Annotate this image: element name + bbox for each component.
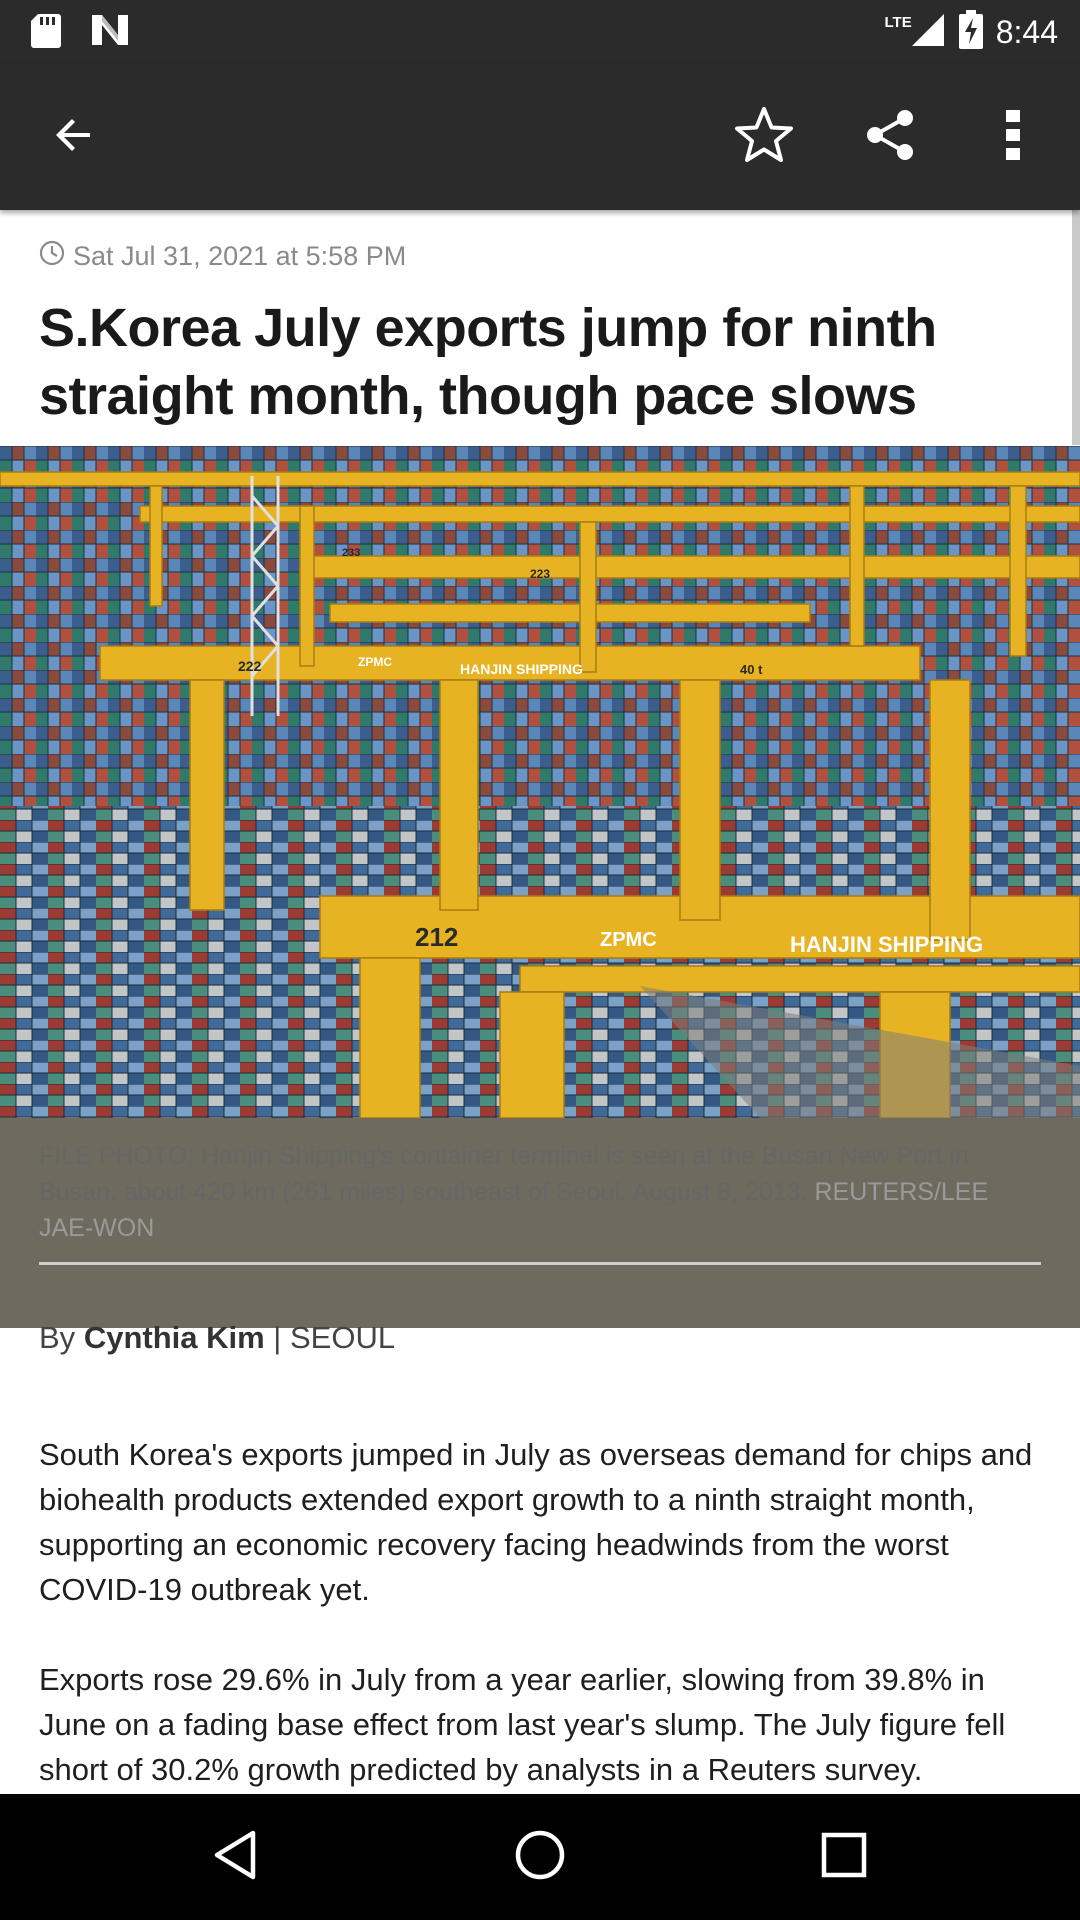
signal-icon xyxy=(910,12,946,53)
article-headline: S.Korea July exports jump for ninth stra… xyxy=(39,298,937,426)
share-button[interactable] xyxy=(854,101,926,173)
nav-recents-icon xyxy=(820,1831,868,1884)
app-bar xyxy=(0,64,1080,210)
nav-home-button[interactable] xyxy=(504,1821,576,1893)
svg-text:222: 222 xyxy=(238,658,262,674)
svg-text:ZPMC: ZPMC xyxy=(600,929,657,951)
svg-text:40 t: 40 t xyxy=(740,662,763,677)
network-type-label: LTE xyxy=(884,13,912,31)
system-nav-bar xyxy=(0,1794,1080,1920)
star-outline-icon xyxy=(734,106,794,169)
nav-back-icon xyxy=(211,1829,259,1886)
battery-charging-icon xyxy=(958,9,984,55)
byline-separator: | xyxy=(273,1320,282,1355)
byline-author[interactable]: Cynthia Kim xyxy=(84,1320,265,1355)
nav-home-icon xyxy=(514,1829,566,1886)
more-vert-icon xyxy=(1003,108,1023,167)
scrollbar-thumb[interactable] xyxy=(1072,210,1080,445)
bookmark-button[interactable] xyxy=(728,101,800,173)
nav-back-button[interactable] xyxy=(199,1821,271,1893)
nav-recents-button[interactable] xyxy=(808,1821,880,1893)
more-options-button[interactable] xyxy=(977,101,1049,173)
byline-location: SEOUL xyxy=(289,1320,396,1355)
svg-text:223: 223 xyxy=(530,567,550,581)
byline: By Cynthia Kim | SEOUL xyxy=(39,1320,395,1356)
timestamp-text: Sat Jul 31, 2021 at 5:58 PM xyxy=(73,241,407,271)
caption-divider xyxy=(39,1262,1041,1265)
svg-text:ZPMC: ZPMC xyxy=(358,655,392,669)
svg-text:HANJIN SHIPPING: HANJIN SHIPPING xyxy=(460,661,583,677)
article-paragraph: South Korea's exports jumped in July as … xyxy=(39,1437,1033,1607)
clock-icon xyxy=(39,240,65,273)
status-bar: LTE 8:44 xyxy=(0,0,1080,64)
back-button[interactable] xyxy=(38,101,110,173)
byline-prefix: By xyxy=(39,1320,76,1355)
sd-card-icon xyxy=(30,12,62,53)
photo-caption: FILE PHOTO: Hanjin Shipping's container … xyxy=(39,1138,1044,1246)
share-icon xyxy=(864,108,916,167)
clock: 8:44 xyxy=(995,13,1058,50)
svg-text:233: 233 xyxy=(342,547,360,559)
article-paragraph: Exports rose 29.6% in July from a year e… xyxy=(39,1662,1006,1787)
n-logo-icon xyxy=(90,13,130,52)
svg-text:HANJIN SHIPPING: HANJIN SHIPPING xyxy=(790,932,983,957)
svg-text:212: 212 xyxy=(415,922,458,952)
back-arrow-icon xyxy=(50,111,98,164)
article-content[interactable]: Sat Jul 31, 2021 at 5:58 PM S.Korea July… xyxy=(0,210,1080,1794)
article-timestamp: Sat Jul 31, 2021 at 5:58 PM xyxy=(39,240,406,273)
